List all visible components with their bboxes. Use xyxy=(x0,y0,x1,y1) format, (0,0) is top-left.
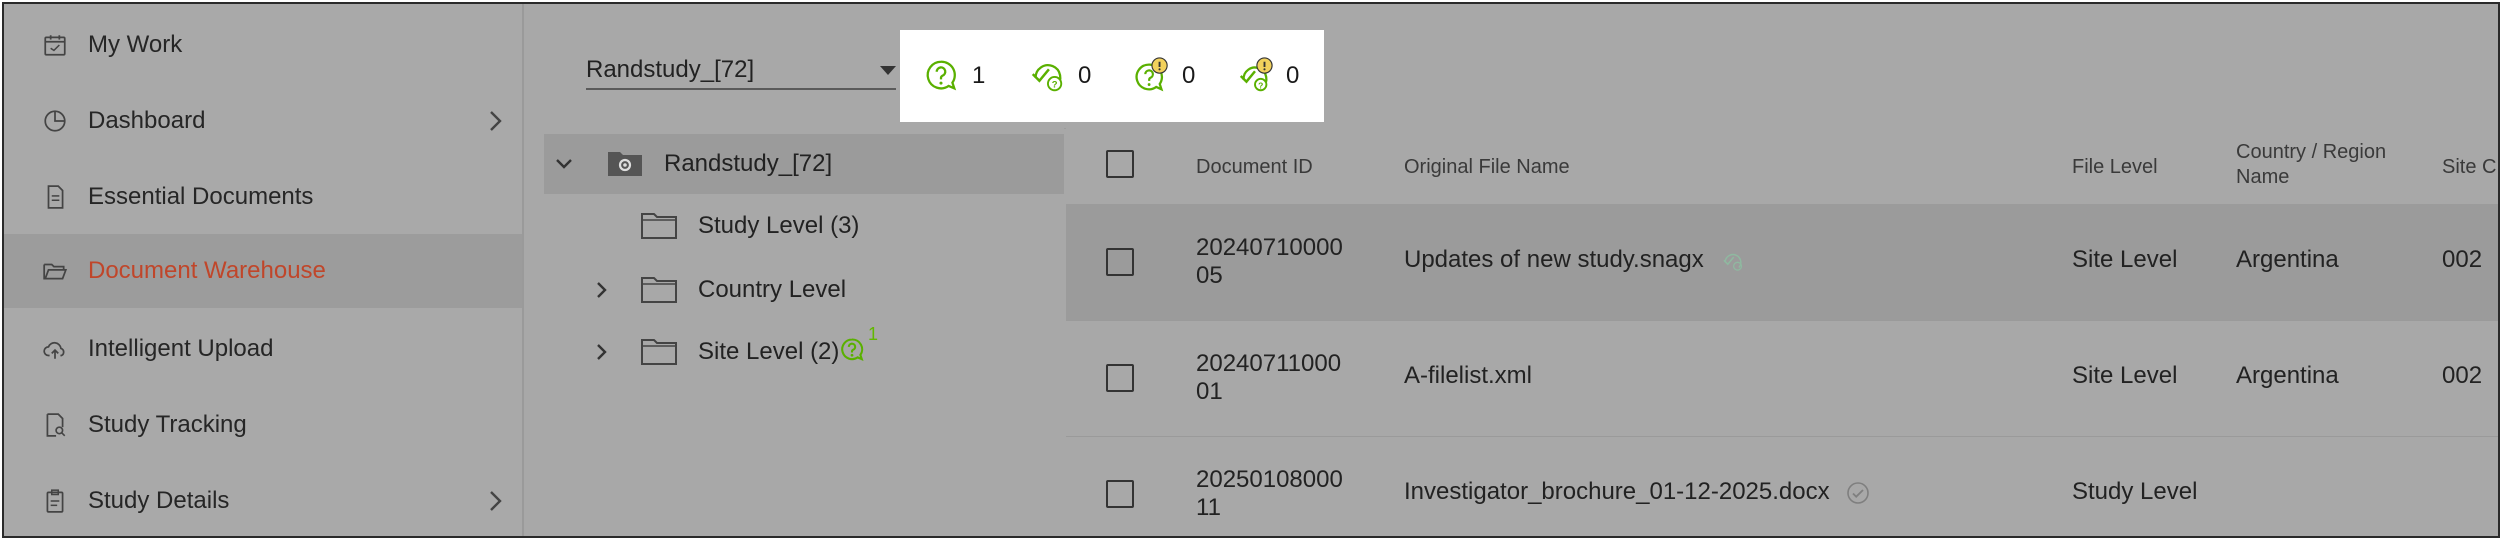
sidebar-item-essential-documents[interactable]: Essential Documents xyxy=(4,160,522,234)
question-bubble-alert-icon xyxy=(1135,57,1168,92)
chevron-right-icon[interactable] xyxy=(592,342,612,362)
tree-node-label: Country Level xyxy=(698,276,847,303)
app-window: My Work Dashboard Essential Documents Do… xyxy=(2,2,2500,538)
sidebar-item-label: My Work xyxy=(88,31,183,58)
column-header-file-name[interactable]: Original File Name xyxy=(1404,156,1570,179)
site-code: 002 xyxy=(2442,246,2483,273)
question-bubble-icon[interactable] xyxy=(838,336,866,364)
row-checkbox[interactable] xyxy=(1106,364,1134,392)
cloud-upload-icon xyxy=(43,341,65,359)
table-row[interactable]: 20250108000 11 Investigator_brochure_01-1… xyxy=(1066,436,2498,536)
stat-open-queries[interactable]: 1 xyxy=(922,58,985,94)
doc-search-icon xyxy=(46,413,66,437)
check-question-bubble-alert-icon: ? xyxy=(1239,57,1273,92)
sidebar-item-label: Essential Documents xyxy=(88,183,314,210)
row-checkbox[interactable] xyxy=(1106,480,1134,508)
folder-icon xyxy=(641,277,677,303)
pie-chart-icon xyxy=(44,110,66,132)
file-name-cell: Investigator_brochure_01-12-2025.docx xyxy=(1404,478,1870,506)
file-name[interactable]: Investigator_brochure_01-12-2025.docx xyxy=(1404,478,1830,505)
tree-node-root[interactable]: Randstudy_[72] xyxy=(544,134,1064,194)
sidebar-item-intelligent-upload[interactable]: Intelligent Upload xyxy=(4,312,522,386)
file-name-cell: Updates of new study.snagx xyxy=(1404,246,1746,274)
svg-text:?: ? xyxy=(1258,80,1263,90)
sidebar: My Work Dashboard Essential Documents Do… xyxy=(4,4,524,536)
document-id: 20240710000 05 xyxy=(1196,234,1343,289)
file-name[interactable]: Updates of new study.snagx xyxy=(1404,246,1704,273)
sidebar-item-label: Study Tracking xyxy=(88,411,247,438)
country: Argentina xyxy=(2236,246,2339,273)
sidebar-item-label: Document Warehouse xyxy=(88,257,326,284)
column-header-country[interactable]: Country / Region Name xyxy=(2236,140,2426,190)
table-header: Document ID Original File Name File Leve… xyxy=(1066,128,2498,205)
sidebar-item-label: Intelligent Upload xyxy=(88,335,274,362)
country: Argentina xyxy=(2236,362,2339,389)
sidebar-item-study-tracking[interactable]: Study Tracking xyxy=(4,388,522,462)
table-row[interactable]: 20240711000 01 A-filelist.xml Site Level … xyxy=(1066,320,2498,437)
file-level: Site Level xyxy=(2072,362,2178,389)
stat-count: 1 xyxy=(972,62,986,89)
tree-node-country-level[interactable]: Country Level xyxy=(544,260,1064,320)
sidebar-item-study-details[interactable]: Study Details xyxy=(4,464,522,536)
file-name[interactable]: A-filelist.xml xyxy=(1404,362,1532,390)
folder-tree: Randstudy_[72] Study Level (3) Country L… xyxy=(544,128,1064,536)
sidebar-item-label: Dashboard xyxy=(88,107,206,134)
row-checkbox[interactable] xyxy=(1106,248,1134,276)
open-folder-icon xyxy=(43,263,68,280)
stat-count: 0 xyxy=(1078,62,1092,89)
folder-icon xyxy=(641,213,677,239)
document-icon xyxy=(47,185,64,209)
stat-count: 0 xyxy=(1286,62,1300,89)
calendar-icon xyxy=(44,35,66,56)
check-question-icon xyxy=(1723,253,1743,271)
tree-node-label: Randstudy_[72] xyxy=(664,150,833,177)
sidebar-item-my-work[interactable]: My Work xyxy=(4,8,522,82)
table-row[interactable]: 20240710000 05 Updates of new study.snagx… xyxy=(1066,204,2498,321)
file-level: Site Level xyxy=(2072,246,2178,273)
tree-badge-count: 1 xyxy=(868,324,879,344)
chevron-right-icon xyxy=(490,491,502,511)
select-all-checkbox[interactable] xyxy=(1106,150,1134,178)
settings-folder-icon xyxy=(608,152,642,176)
tree-node-site-level[interactable]: Site Level (2) 1 xyxy=(544,322,1064,382)
tree-node-study-level[interactable]: Study Level (3) xyxy=(544,196,1064,256)
question-bubble-icon xyxy=(926,60,957,91)
file-level: Study Level xyxy=(2072,478,2198,505)
tree-node-label: Study Level (3) xyxy=(698,212,860,239)
tree-node-label: Site Level (2) xyxy=(698,338,840,365)
sidebar-item-label: Study Details xyxy=(88,487,230,514)
stat-overdue-queries[interactable]: 0 xyxy=(1132,57,1196,94)
stat-count: 0 xyxy=(1182,62,1196,89)
svg-text:?: ? xyxy=(1052,79,1058,90)
study-select-value: Randstudy_[72] xyxy=(586,56,755,83)
column-header-document-id[interactable]: Document ID xyxy=(1196,156,1313,179)
stat-answered-queries[interactable]: ? 0 xyxy=(1028,58,1091,94)
check-question-bubble-icon: ? xyxy=(1031,64,1063,92)
folder-icon xyxy=(641,339,677,365)
study-select[interactable]: Randstudy_[72] xyxy=(586,52,896,90)
clipboard-icon xyxy=(46,489,64,513)
dropdown-caret-icon xyxy=(880,66,896,75)
site-code: 002 xyxy=(2442,362,2483,389)
document-id: 20240711000 01 xyxy=(1196,350,1342,405)
chevron-right-icon xyxy=(490,111,502,131)
document-id: 20250108000 11 xyxy=(1196,466,1343,521)
sidebar-item-dashboard[interactable]: Dashboard xyxy=(4,84,522,158)
query-stats-panel: 1 ? 0 0 ? 0 xyxy=(900,30,1324,122)
column-header-file-level[interactable]: File Level xyxy=(2072,156,2158,179)
stat-overdue-answered-queries[interactable]: ? 0 xyxy=(1236,57,1300,94)
column-header-site[interactable]: Site C xyxy=(2442,156,2498,179)
check-circle-icon xyxy=(1847,481,1870,504)
chevron-down-icon[interactable] xyxy=(554,154,574,174)
document-table: Document ID Original File Name File Leve… xyxy=(1066,128,2498,536)
sidebar-item-document-warehouse[interactable]: Document Warehouse xyxy=(4,234,522,308)
chevron-right-icon[interactable] xyxy=(592,280,612,300)
